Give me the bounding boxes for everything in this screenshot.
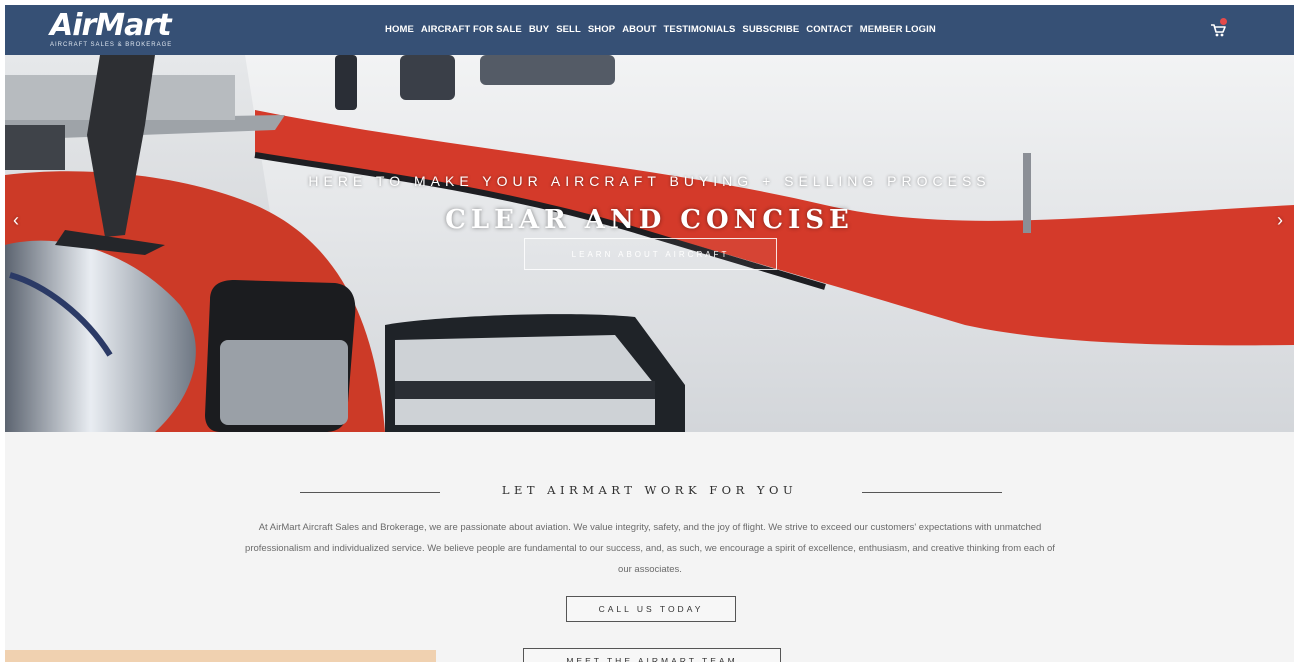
call-us-today-button[interactable]: CALL US TODAY — [566, 596, 736, 622]
cart-badge — [1220, 18, 1227, 25]
divider-right — [862, 492, 1002, 493]
nav-subscribe[interactable]: SUBSCRIBE — [742, 24, 799, 35]
nav-testimonials[interactable]: TESTIMONIALS — [663, 24, 735, 35]
intro-heading: LET AIRMART WORK FOR YOU — [501, 483, 798, 497]
intro-paragraph: At AirMart Aircraft Sales and Brokerage,… — [245, 522, 1055, 575]
nav-buy[interactable]: BUY — [529, 24, 549, 35]
nav-sell[interactable]: SELL — [556, 24, 581, 35]
shopping-cart-icon[interactable] — [1210, 18, 1227, 38]
nav-contact[interactable]: CONTACT — [806, 24, 852, 35]
hero-slider: HERE TO MAKE YOUR AIRCRAFT BUYING + SELL… — [5, 55, 1294, 432]
page: AirMart AIRCRAFT SALES & BROKERAGE HOME … — [5, 5, 1294, 662]
intro-heading-row: LET AIRMART WORK FOR YOU — [5, 483, 1294, 503]
slider-prev-icon[interactable]: ‹ — [13, 210, 19, 231]
meet-team-button[interactable]: MEET THE AIRMART TEAM — [523, 648, 781, 662]
logo-text: AirMart — [50, 8, 172, 43]
logo-subtext: AIRCRAFT SALES & BROKERAGE — [50, 42, 173, 48]
nav-aircraft-for-sale[interactable]: AIRCRAFT FOR SALE — [421, 24, 522, 35]
nav-about[interactable]: ABOUT — [622, 24, 656, 35]
main-menu: HOME AIRCRAFT FOR SALE BUY SELL SHOP ABO… — [385, 24, 936, 35]
top-nav: AirMart AIRCRAFT SALES & BROKERAGE HOME … — [5, 5, 1294, 55]
nav-home[interactable]: HOME — [385, 24, 414, 35]
hero-tagline: HERE TO MAKE YOUR AIRCRAFT BUYING + SELL… — [308, 173, 991, 189]
slider-next-icon[interactable]: › — [1277, 210, 1283, 231]
logo[interactable]: AirMart AIRCRAFT SALES & BROKERAGE — [50, 8, 173, 49]
footer-image-strip — [5, 650, 436, 662]
hero-title: CLEAR AND CONCISE — [445, 205, 854, 235]
nav-member-login[interactable]: MEMBER LOGIN — [860, 24, 936, 35]
learn-about-aircraft-button[interactable]: LEARN ABOUT AIRCRAFT — [524, 238, 777, 270]
nav-shop[interactable]: SHOP — [588, 24, 615, 35]
